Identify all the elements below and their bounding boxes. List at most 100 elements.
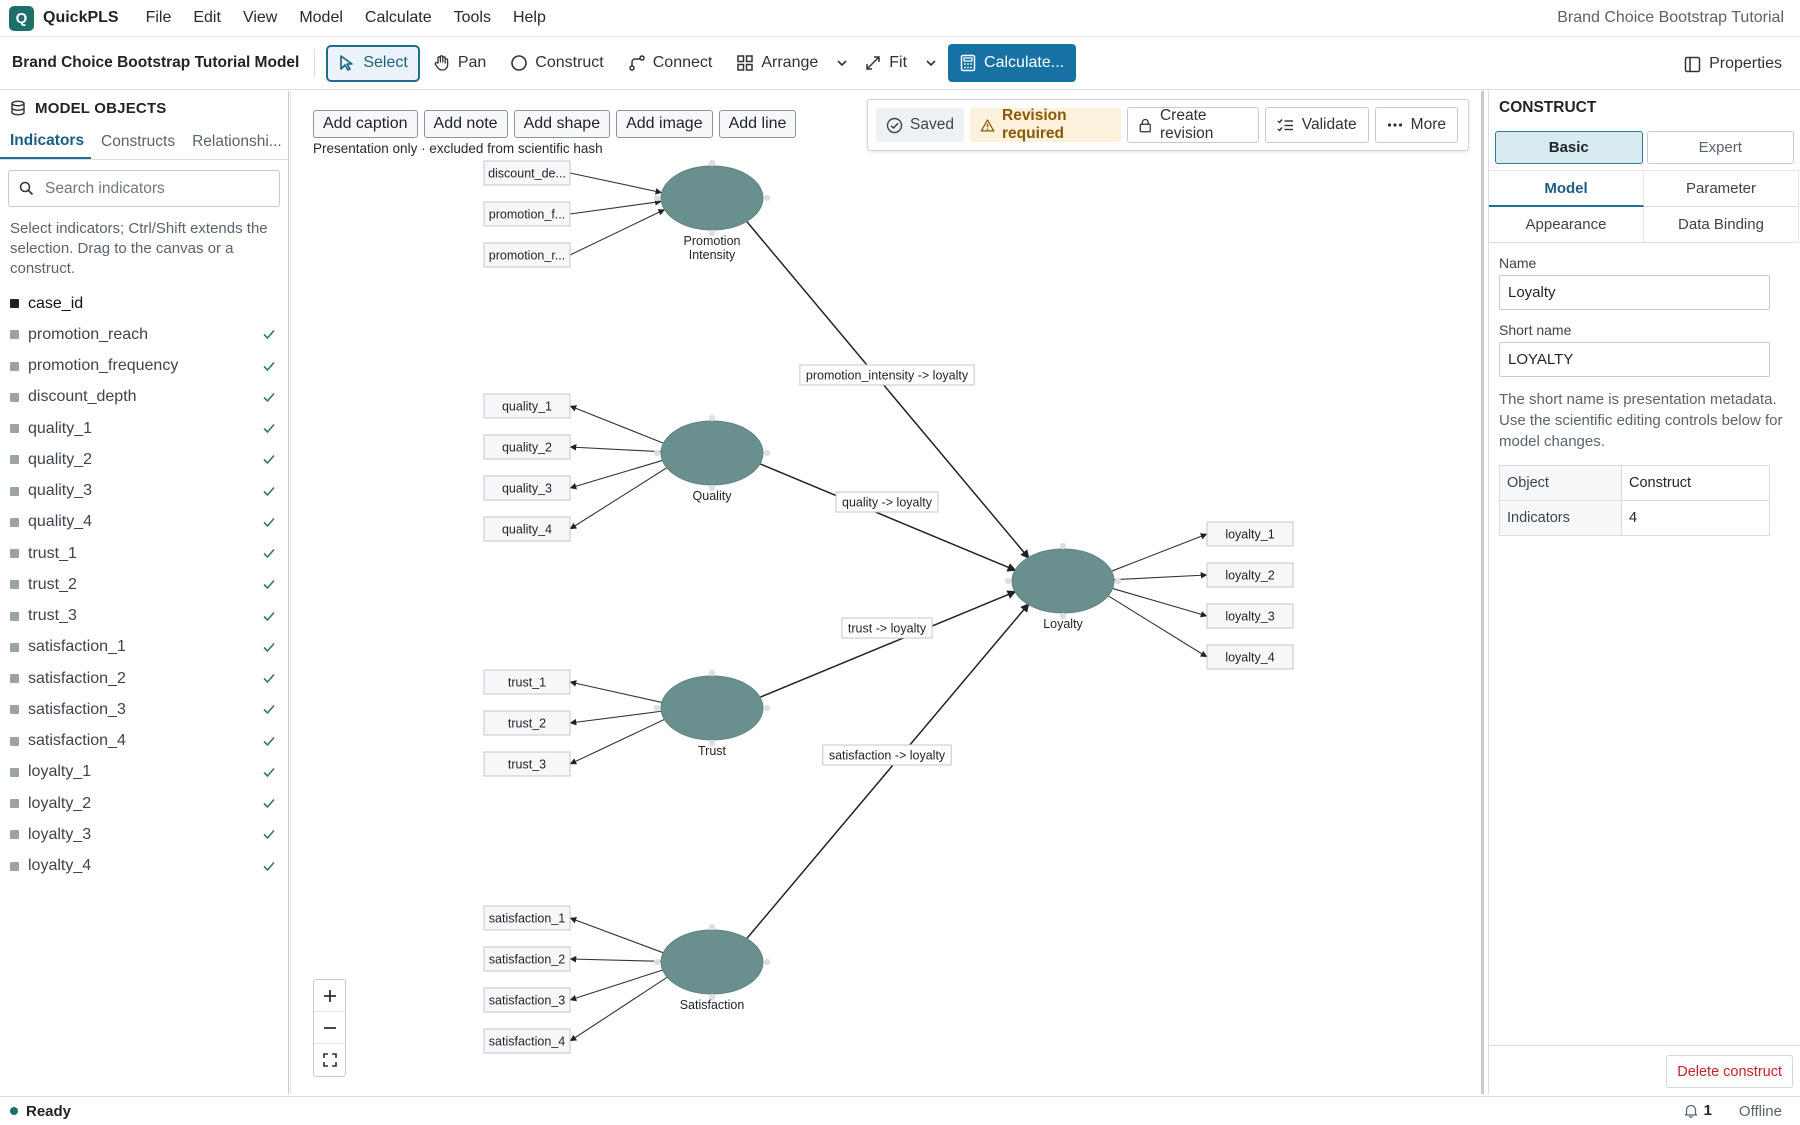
indicator-item[interactable]: quality_1 (0, 413, 288, 444)
indicator-item[interactable]: trust_2 (0, 569, 288, 600)
indicator-box[interactable]: satisfaction_4 (483, 1028, 571, 1054)
database-icon (11, 100, 25, 116)
tab-model[interactable]: Model (1489, 171, 1644, 207)
indicator-item[interactable]: loyalty_3 (0, 819, 288, 850)
add-caption-button[interactable]: Add caption (313, 110, 418, 138)
indicator-item[interactable]: discount_depth (0, 382, 288, 413)
indicator-item[interactable]: loyalty_1 (0, 757, 288, 788)
more-button[interactable]: More (1374, 107, 1458, 143)
menu-file[interactable]: File (135, 9, 183, 27)
indicator-box[interactable]: promotion_f... (483, 201, 571, 227)
tab-appearance[interactable]: Appearance (1489, 207, 1644, 243)
construct-ellipse[interactable] (660, 165, 764, 231)
calculate-button[interactable]: Calculate... (948, 44, 1077, 82)
indicator-item[interactable]: trust_1 (0, 538, 288, 569)
model-canvas[interactable]: promotion_intensity -> loyalty quality ->… (290, 91, 1484, 1094)
path-label[interactable]: satisfaction -> loyalty (822, 744, 952, 766)
indicator-box[interactable]: satisfaction_2 (483, 946, 571, 972)
construct-node[interactable]: Loyalty (1004, 542, 1122, 631)
indicator-box[interactable]: quality_3 (483, 475, 571, 501)
tab-constructs[interactable]: Constructs (91, 125, 182, 159)
construct-node[interactable]: Quality (653, 414, 771, 503)
add-image-button[interactable]: Add image (616, 110, 713, 138)
pan-tool-button[interactable]: Pan (422, 45, 497, 82)
indicator-box[interactable]: satisfaction_1 (483, 905, 571, 931)
add-line-button[interactable]: Add line (718, 110, 797, 138)
fit-dropdown[interactable] (920, 45, 942, 82)
indicator-item[interactable]: trust_3 (0, 601, 288, 632)
expert-mode-button[interactable]: Expert (1646, 131, 1794, 164)
indicator-box[interactable]: quality_4 (483, 516, 571, 542)
indicator-box[interactable]: trust_3 (483, 751, 571, 777)
zoom-in-button[interactable] (314, 980, 345, 1012)
basic-mode-button[interactable]: Basic (1495, 131, 1643, 164)
connect-tool-button[interactable]: Connect (617, 45, 724, 82)
indicator-box[interactable]: loyalty_1 (1206, 521, 1294, 547)
fit-view-button[interactable] (314, 1044, 345, 1076)
create-revision-button[interactable]: Create revision (1127, 107, 1259, 143)
fit-tool-button[interactable]: Fit (853, 45, 918, 82)
name-field[interactable] (1499, 275, 1770, 310)
indicator-item[interactable]: promotion_frequency (0, 351, 288, 382)
construct-ellipse[interactable] (660, 675, 764, 741)
construct-ellipse[interactable] (660, 420, 764, 486)
indicator-item[interactable]: loyalty_2 (0, 788, 288, 819)
indicator-box[interactable]: loyalty_2 (1206, 562, 1294, 588)
indicator-item[interactable]: satisfaction_3 (0, 694, 288, 725)
window-title: Brand Choice Bootstrap Tutorial (1557, 9, 1784, 26)
indicator-box[interactable]: promotion_r... (483, 242, 571, 268)
indicator-box[interactable]: loyalty_4 (1206, 644, 1294, 670)
menu-view[interactable]: View (232, 9, 288, 27)
menu-edit[interactable]: Edit (182, 9, 232, 27)
indicator-box[interactable]: satisfaction_3 (483, 987, 571, 1013)
indicator-box[interactable]: quality_2 (483, 434, 571, 460)
path-label[interactable]: promotion_intensity -> loyalty (799, 364, 975, 386)
indicator-box[interactable]: loyalty_3 (1206, 603, 1294, 629)
indicator-item[interactable]: case_id (0, 288, 288, 319)
path-label[interactable]: trust -> loyalty (841, 617, 933, 639)
indicator-item[interactable]: promotion_reach (0, 319, 288, 350)
menu-tools[interactable]: Tools (443, 9, 502, 27)
tab-indicators[interactable]: Indicators (0, 125, 92, 159)
construct-ellipse[interactable] (660, 929, 764, 995)
tab-parameter[interactable]: Parameter (1644, 171, 1799, 207)
measurement-arrow (569, 444, 662, 453)
indicator-box[interactable]: trust_2 (483, 710, 571, 736)
indicator-item[interactable]: quality_4 (0, 507, 288, 538)
notifications-button[interactable]: 1 (1684, 1102, 1712, 1119)
indicator-item[interactable]: quality_2 (0, 444, 288, 475)
construct-ellipse[interactable] (1011, 548, 1115, 614)
tab-data-binding[interactable]: Data Binding (1644, 207, 1799, 243)
search-input[interactable] (45, 179, 275, 198)
indicator-box[interactable]: quality_1 (483, 393, 571, 419)
construct-tool-button[interactable]: Construct (499, 45, 614, 82)
construct-node[interactable]: Trust (653, 669, 771, 758)
arrange-tool-button[interactable]: Arrange (725, 45, 829, 82)
add-shape-button[interactable]: Add shape (513, 110, 611, 138)
menu-calculate[interactable]: Calculate (354, 9, 443, 27)
construct-node[interactable]: Satisfaction (653, 923, 771, 1012)
select-tool-button[interactable]: Select (326, 44, 420, 82)
tab-relationships[interactable]: Relationshi... (182, 125, 288, 159)
indicator-item[interactable]: satisfaction_1 (0, 632, 288, 663)
indicator-item[interactable]: loyalty_4 (0, 851, 288, 882)
indicator-box[interactable]: discount_de... (483, 160, 571, 186)
indicator-item[interactable]: satisfaction_4 (0, 726, 288, 757)
indicator-box[interactable]: trust_1 (483, 669, 571, 695)
zoom-out-button[interactable] (314, 1012, 345, 1044)
short-name-field[interactable] (1499, 342, 1770, 377)
properties-toggle-button[interactable]: Properties (1684, 46, 1782, 82)
path-model-diagram[interactable]: promotion_intensity -> loyalty quality ->… (290, 91, 1481, 1094)
indicator-square-icon (10, 455, 19, 465)
add-note-button[interactable]: Add note (423, 110, 508, 138)
indicator-item[interactable]: quality_3 (0, 476, 288, 507)
indicator-item[interactable]: satisfaction_2 (0, 663, 288, 694)
path-label[interactable]: quality -> loyalty (835, 491, 939, 513)
arrange-dropdown[interactable] (831, 45, 853, 82)
validate-button[interactable]: Validate (1264, 107, 1369, 143)
menu-help[interactable]: Help (502, 9, 557, 27)
check-icon (263, 423, 275, 434)
menu-model[interactable]: Model (288, 9, 354, 27)
construct-node[interactable]: PromotionIntensity (653, 159, 771, 262)
delete-construct-button[interactable]: Delete construct (1666, 1055, 1793, 1088)
